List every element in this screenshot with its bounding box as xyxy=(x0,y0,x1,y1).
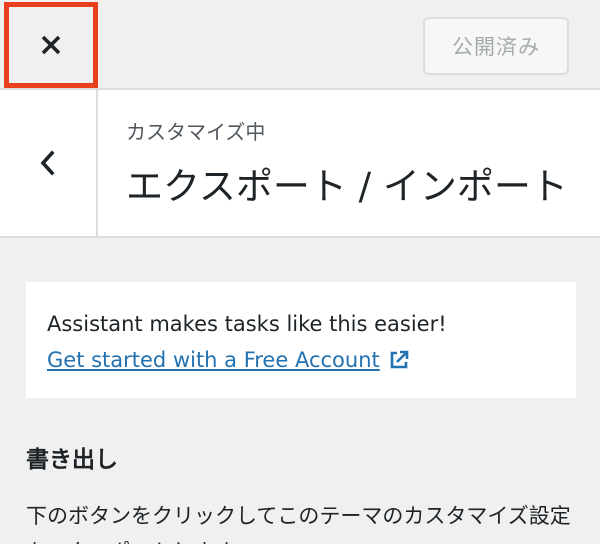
assistant-notice: Assistant makes tasks like this easier! … xyxy=(26,282,576,398)
export-heading: 書き出し xyxy=(26,447,118,473)
free-account-link[interactable]: Get started with a Free Account xyxy=(47,348,410,372)
notice-text: Assistant makes tasks like this easier! xyxy=(47,312,447,336)
export-description: 下のボタンをクリックしてこのテーマのカスタマイズ設定をエクスポートします。 xyxy=(26,504,571,544)
section-header: カスタマイズ中 エクスポート / インポート xyxy=(0,90,600,238)
customizer-panel: 公開済み カスタマイズ中 エクスポート / インポート Assistant ma… xyxy=(0,0,600,544)
customizer-header: 公開済み xyxy=(0,0,600,90)
external-link-icon xyxy=(390,350,409,369)
close-button[interactable] xyxy=(4,2,98,88)
publish-button[interactable]: 公開済み xyxy=(423,17,569,75)
chevron-left-icon xyxy=(40,150,55,176)
section-title: エクスポート / インポート xyxy=(126,165,568,208)
section-subtitle: カスタマイズ中 xyxy=(126,120,266,144)
back-button[interactable] xyxy=(0,90,98,236)
free-account-link-label: Get started with a Free Account xyxy=(47,348,380,372)
close-icon xyxy=(41,35,61,55)
